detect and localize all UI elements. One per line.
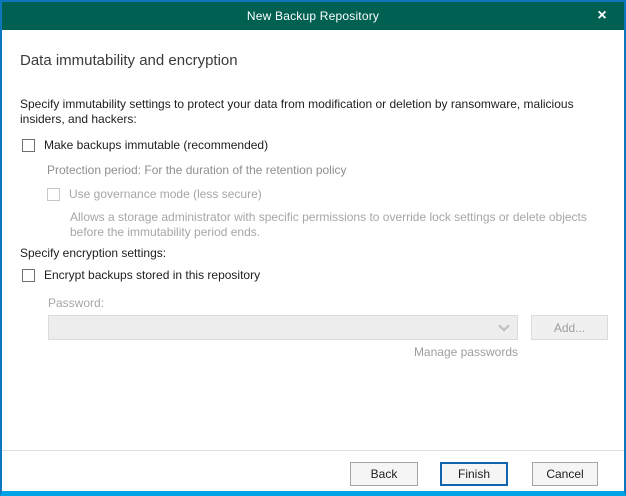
title-bar: New Backup Repository × [2, 2, 624, 30]
immutability-intro-text: Specify immutability settings to protect… [20, 97, 612, 127]
protection-period-text: Protection period: For the duration of t… [47, 163, 347, 178]
make-backups-immutable-row: Make backups immutable (recommended) [22, 138, 268, 153]
encrypt-backups-row: Encrypt backups stored in this repositor… [22, 268, 260, 283]
footer-divider [2, 450, 624, 451]
make-backups-immutable-checkbox[interactable] [22, 139, 35, 152]
new-backup-repository-dialog: New Backup Repository × Data immutabilit… [0, 0, 626, 496]
governance-mode-row: Use governance mode (less secure) [47, 187, 262, 202]
governance-mode-label: Use governance mode (less secure) [69, 187, 262, 202]
chevron-down-icon [498, 320, 509, 331]
cancel-button[interactable]: Cancel [532, 462, 598, 486]
encrypt-backups-checkbox[interactable] [22, 269, 35, 282]
password-label: Password: [48, 296, 104, 310]
finish-button[interactable]: Finish [440, 462, 508, 486]
make-backups-immutable-label: Make backups immutable (recommended) [44, 138, 268, 153]
back-button[interactable]: Back [350, 462, 418, 486]
password-dropdown[interactable] [48, 315, 518, 340]
encrypt-backups-label: Encrypt backups stored in this repositor… [44, 268, 260, 283]
encryption-intro-text: Specify encryption settings: [20, 246, 166, 261]
governance-description-text: Allows a storage administrator with spec… [70, 210, 595, 240]
page-title: Data immutability and encryption [20, 52, 238, 69]
close-icon[interactable]: × [580, 2, 624, 30]
manage-passwords-link[interactable]: Manage passwords [48, 345, 518, 359]
add-password-button[interactable]: Add... [531, 315, 608, 340]
governance-mode-checkbox[interactable] [47, 188, 60, 201]
window-title: New Backup Repository [247, 9, 379, 23]
